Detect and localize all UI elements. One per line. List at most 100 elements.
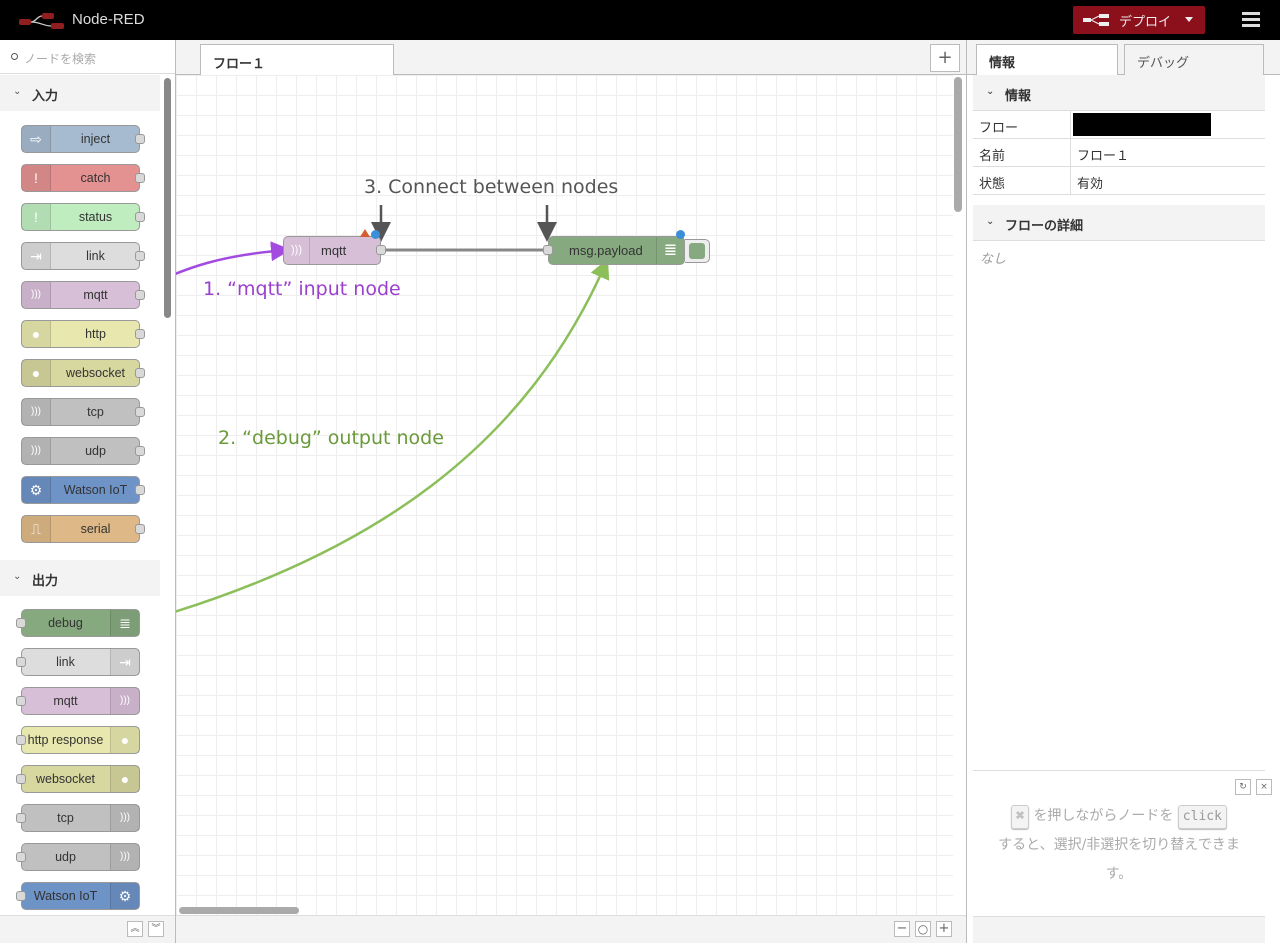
node-red-logo-icon [19, 13, 64, 29]
globe-icon: ● [22, 321, 51, 347]
palette-node[interactable]: ))) mqtt [21, 281, 145, 309]
port[interactable] [135, 368, 145, 378]
port[interactable] [135, 212, 145, 222]
palette-node[interactable]: ))) tcp [21, 398, 145, 426]
port[interactable] [16, 735, 26, 745]
refresh-icon[interactable]: ↻ [1235, 779, 1251, 795]
palette-node[interactable]: ● websocket [21, 359, 145, 387]
palette-node[interactable]: ● http [21, 320, 145, 348]
port[interactable] [135, 485, 145, 495]
port[interactable] [135, 251, 145, 261]
palette-node[interactable]: ⎍ serial [21, 515, 145, 543]
chevron-down-icon: ⌄ [986, 86, 995, 97]
help-tip: ↻ × ⌘ を押しながらノードを click すると、選択/非選択を切り替えでき… [973, 770, 1272, 916]
mqtt-input-node[interactable]: ))) mqtt [283, 229, 386, 265]
category-label: 出力 [32, 574, 59, 589]
row-key: フロー [979, 121, 1019, 136]
tab-flow-1[interactable]: フロー１ [200, 44, 394, 76]
collapse-all-icon[interactable]: ︽ [127, 921, 143, 937]
palette-node[interactable]: ⚙ Watson IoT [16, 882, 140, 910]
category-label: 入力 [32, 89, 59, 104]
annotation-debug: 2. “debug” output node [218, 427, 444, 449]
zoom-out-icon[interactable]: − [894, 921, 910, 937]
search-icon [11, 53, 18, 60]
sidebar-footer [973, 916, 1265, 943]
palette-node[interactable]: ! status [21, 203, 145, 231]
zoom-reset-icon[interactable]: ○ [915, 921, 931, 937]
changed-dot-icon [676, 230, 685, 239]
flow-id-redacted [1073, 113, 1211, 136]
close-icon[interactable]: × [1256, 779, 1272, 795]
canvas-horizontal-scrollbar[interactable] [179, 907, 299, 914]
info-row-flow: フロー [973, 111, 1265, 139]
port[interactable] [16, 852, 26, 862]
debug-toggle-button[interactable] [685, 239, 710, 263]
palette-category-header[interactable]: ⌄ 出力 [0, 560, 160, 596]
list-icon: ≣ [656, 237, 684, 264]
palette-search-input[interactable]: ノードを検索 [0, 40, 175, 74]
palette-node[interactable]: ≣ debug [16, 609, 140, 637]
row-key: 状態 [979, 177, 1006, 192]
palette-node[interactable]: ● http response [16, 726, 140, 754]
port[interactable] [135, 173, 145, 183]
palette-node[interactable]: ))) tcp [16, 804, 140, 832]
output-port[interactable] [376, 245, 386, 255]
canvas-vertical-scrollbar[interactable] [954, 77, 962, 212]
port[interactable] [135, 446, 145, 456]
node-label: serial [80, 522, 111, 536]
port[interactable] [135, 407, 145, 417]
tab-debug[interactable]: デバッグ [1124, 44, 1264, 75]
port[interactable] [135, 290, 145, 300]
palette-node[interactable]: ))) udp [21, 437, 145, 465]
tab-info[interactable]: 情報 [976, 44, 1118, 75]
workspace-footer: − ○ + [176, 915, 966, 943]
port[interactable] [16, 774, 26, 784]
bridge-icon: ))) [284, 237, 310, 264]
deploy-button[interactable]: デプロイ [1073, 6, 1205, 34]
hamburger-menu-icon[interactable] [1242, 12, 1260, 27]
palette-scrollbar[interactable] [164, 78, 171, 318]
port[interactable] [16, 657, 26, 667]
row-value: 有効 [1077, 177, 1104, 192]
port[interactable] [16, 891, 26, 901]
bridge-icon: ))) [110, 805, 139, 831]
flow-details-header[interactable]: ⌄ フローの詳細 [973, 205, 1265, 241]
palette-node[interactable]: ))) mqtt [16, 687, 140, 715]
add-flow-button[interactable]: + [930, 44, 960, 72]
chevron-down-icon: ⌄ [13, 571, 22, 582]
port[interactable] [16, 696, 26, 706]
bridge-icon: ))) [110, 688, 139, 714]
sidebar-tabs: 情報 デバッグ [967, 40, 1280, 75]
chevron-down-icon: ⌄ [986, 216, 995, 227]
info-section-header[interactable]: ⌄ 情報 [973, 75, 1265, 111]
palette-node[interactable]: ● websocket [16, 765, 140, 793]
toggle-indicator [689, 243, 705, 259]
palette-node[interactable]: ⇥ link [16, 648, 140, 676]
workspace: フロー１ + ))) mqtt msg.payload ≣ 1. “mqtt” … [176, 40, 966, 943]
flow-details-value: なし [980, 252, 1007, 267]
exclamation-icon: ! [22, 165, 51, 191]
row-key: 名前 [979, 149, 1006, 164]
palette-category-header[interactable]: ⌄ 入力 [0, 75, 160, 111]
palette-node[interactable]: ))) udp [16, 843, 140, 871]
debug-output-node[interactable]: msg.payload ≣ [543, 230, 685, 265]
annotation-layer [176, 205, 610, 613]
port[interactable] [16, 813, 26, 823]
port[interactable] [135, 329, 145, 339]
header: Node-RED デプロイ [0, 0, 1280, 40]
annotation-mqtt: 1. “mqtt” input node [203, 278, 401, 300]
help-text: を押しながらノードを [1033, 808, 1174, 824]
palette-node[interactable]: ⇨ inject [21, 125, 145, 153]
port[interactable] [135, 134, 145, 144]
port[interactable] [16, 618, 26, 628]
flow-canvas[interactable]: ))) mqtt msg.payload ≣ 1. “mqtt” input n… [176, 75, 953, 915]
expand-all-icon[interactable]: ︾ [148, 921, 164, 937]
section-title: 情報 [1005, 89, 1032, 104]
port[interactable] [135, 524, 145, 534]
palette-node[interactable]: ! catch [21, 164, 145, 192]
palette-node[interactable]: ⚙ Watson IoT [21, 476, 145, 504]
zoom-in-icon[interactable]: + [936, 921, 952, 937]
input-port[interactable] [543, 245, 553, 255]
caret-down-icon[interactable] [1185, 17, 1193, 22]
palette-node[interactable]: ⇥ link [21, 242, 145, 270]
